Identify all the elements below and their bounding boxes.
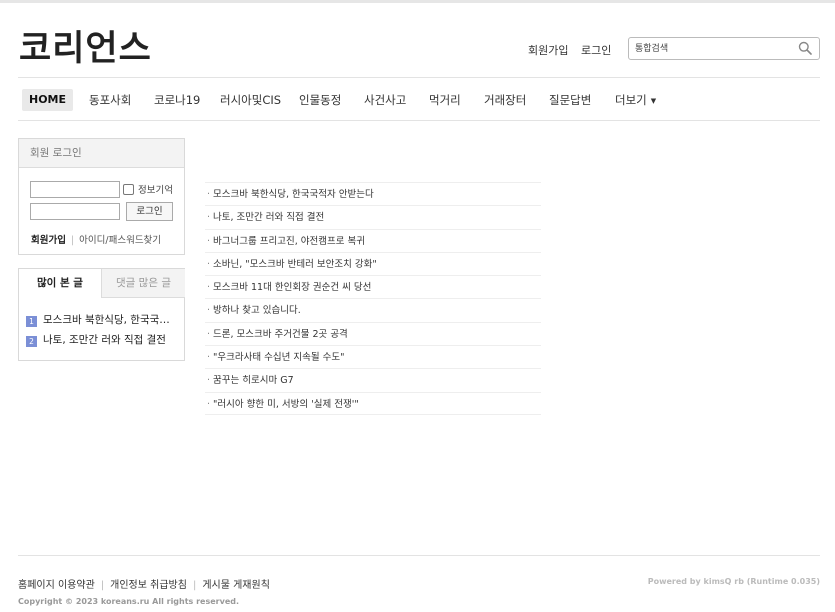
search-icon[interactable] [798,41,812,55]
rank-badge: 2 [26,336,37,347]
login-button[interactable]: 로그인 [126,202,173,221]
posting-policy-link[interactable]: 게시물 게재원칙 [202,580,270,591]
popular-item-title[interactable]: 나토, 조만간 러와 직접 결전 [43,332,166,347]
login-link[interactable]: 로그인 [581,42,611,58]
bullet: · [207,328,211,340]
header-divider [18,77,820,78]
bullet: · [207,282,211,294]
popular-tabs: 많이 본 글 댓글 많은 글 [19,269,185,298]
list-item[interactable]: · 방하나 찾고 있습니다. [205,298,541,321]
nav-russia-cis[interactable]: 러시아및CIS [220,89,281,111]
bullet: · [207,375,211,387]
link-separator: | [192,580,197,591]
list-item[interactable]: · 모스크바 북한식당, 한국국적자 안받는다 [205,182,541,205]
news-title[interactable]: 바그너그룹 프리고진, 야전캠프로 복귀 [213,236,365,247]
nav-more-label: 더보기 [615,93,647,107]
remember-checkbox[interactable]: 정보기억 [123,182,173,196]
news-title[interactable]: 소바닌, "모스크바 반테러 보안조치 강화" [213,259,377,270]
list-item[interactable]: · 드론, 모스크바 주거건물 2곳 공격 [205,321,541,345]
panel-signup-link[interactable]: 회원가입 [31,235,66,246]
list-item[interactable]: 2 나토, 조만간 러와 직접 결전 [26,332,178,347]
footer-links: 홈페이지 이용약관 | 개인정보 취급방침 | 게시물 게재원칙 [18,576,270,591]
checkbox-icon[interactable] [123,184,134,195]
popular-panel: 많이 본 글 댓글 많은 글 1 모스크바 북한식당, 한국국적자 안받는다 2나… [18,268,185,361]
news-title[interactable]: "러시아 향한 미, 서방의 '실제 전쟁'" [213,399,359,410]
signup-link[interactable]: 회원가입 [528,42,568,58]
news-title[interactable]: "우크라사태 수십년 지속될 수도" [213,352,344,363]
tab-most-viewed[interactable]: 많이 본 글 [19,269,101,298]
footer-divider [18,555,820,556]
bullet: · [207,398,211,410]
nav-community[interactable]: 동포사회 [89,89,131,111]
list-item[interactable]: · 소바닌, "모스크바 반테러 보안조치 강화" [205,251,541,275]
nav-divider [18,120,820,121]
nav-covid19[interactable]: 코로나19 [154,89,200,111]
rank-badge: 1 [26,316,37,327]
bullet: · [207,235,211,247]
news-title[interactable]: 나토, 조만간 러와 직접 결전 [213,212,324,223]
top-border [0,0,835,3]
bullet: · [207,305,211,317]
login-panel: 회원 로그인 정보기억 로그인 회원가입 | 아이디/패스워드찾기 [18,138,185,255]
link-separator: | [70,235,75,246]
list-item[interactable]: 1 모스크바 북한식당, 한국국적자 안받는다 [26,312,178,327]
nav-qna[interactable]: 질문답변 [549,89,591,111]
bullet: · [207,258,211,270]
search-input[interactable] [635,41,795,56]
popular-item-title[interactable]: 모스크바 북한식당, 한국국적자 안받는다 [43,312,175,327]
list-item[interactable]: · 바그너그룹 프리고진, 야전캠프로 복귀 [205,228,541,252]
nav-more[interactable]: 더보기 ▼ [615,89,656,111]
login-panel-title: 회원 로그인 [19,139,184,168]
nav-home[interactable]: HOME [22,89,74,111]
password-input[interactable] [30,203,120,220]
link-separator: | [100,580,105,591]
list-item[interactable]: · "러시아 향한 미, 서방의 '실제 전쟁'" [205,391,541,415]
terms-link[interactable]: 홈페이지 이용약관 [18,580,95,591]
list-item[interactable]: · 꿈꾸는 히로시마 G7 [205,368,541,391]
news-title[interactable]: 드론, 모스크바 주거건물 2곳 공격 [213,329,348,340]
privacy-link[interactable]: 개인정보 취급방침 [110,580,187,591]
list-item[interactable]: · 모스크바 11대 한인회장 권순건 씨 당선 [205,275,541,298]
list-item[interactable]: · "우크라사태 수십년 지속될 수도" [205,345,541,368]
news-title[interactable]: 모스크바 11대 한인회장 권순건 씨 당선 [213,282,371,293]
nav-people[interactable]: 인물동정 [299,89,341,111]
powered-by-text: Powered by kimsQ rb (Runtime 0.035) [647,577,820,586]
search-box [628,37,820,60]
news-title[interactable]: 방하나 찾고 있습니다. [213,305,301,316]
news-list: · 모스크바 북한식당, 한국국적자 안받는다 · 나토, 조만간 러와 직접 결전… [205,182,541,415]
news-title[interactable]: 모스크바 북한식당, 한국국적자 안받는다 [213,189,374,200]
remember-label: 정보기억 [138,185,173,196]
bullet: · [207,212,211,224]
bullet: · [207,352,211,364]
copyright-text: Copyright © 2023 koreans.ru All rights r… [18,597,240,606]
nav-food[interactable]: 먹거리 [429,89,461,111]
chevron-down-icon: ▼ [650,97,657,105]
login-links: 회원가입 | 아이디/패스워드찾기 [31,232,161,246]
tab-most-commented[interactable]: 댓글 많은 글 [101,269,185,298]
news-title[interactable]: 꿈꾸는 히로시마 G7 [213,375,294,386]
site-logo[interactable]: 코리언스 [19,20,152,71]
find-account-link[interactable]: 아이디/패스워드찾기 [79,235,161,246]
nav-incidents[interactable]: 사건사고 [364,89,406,111]
list-item[interactable]: · 나토, 조만간 러와 직접 결전 [205,205,541,228]
bullet: · [207,189,211,200]
nav-market[interactable]: 거래장터 [484,89,526,111]
userid-input[interactable] [30,181,120,198]
